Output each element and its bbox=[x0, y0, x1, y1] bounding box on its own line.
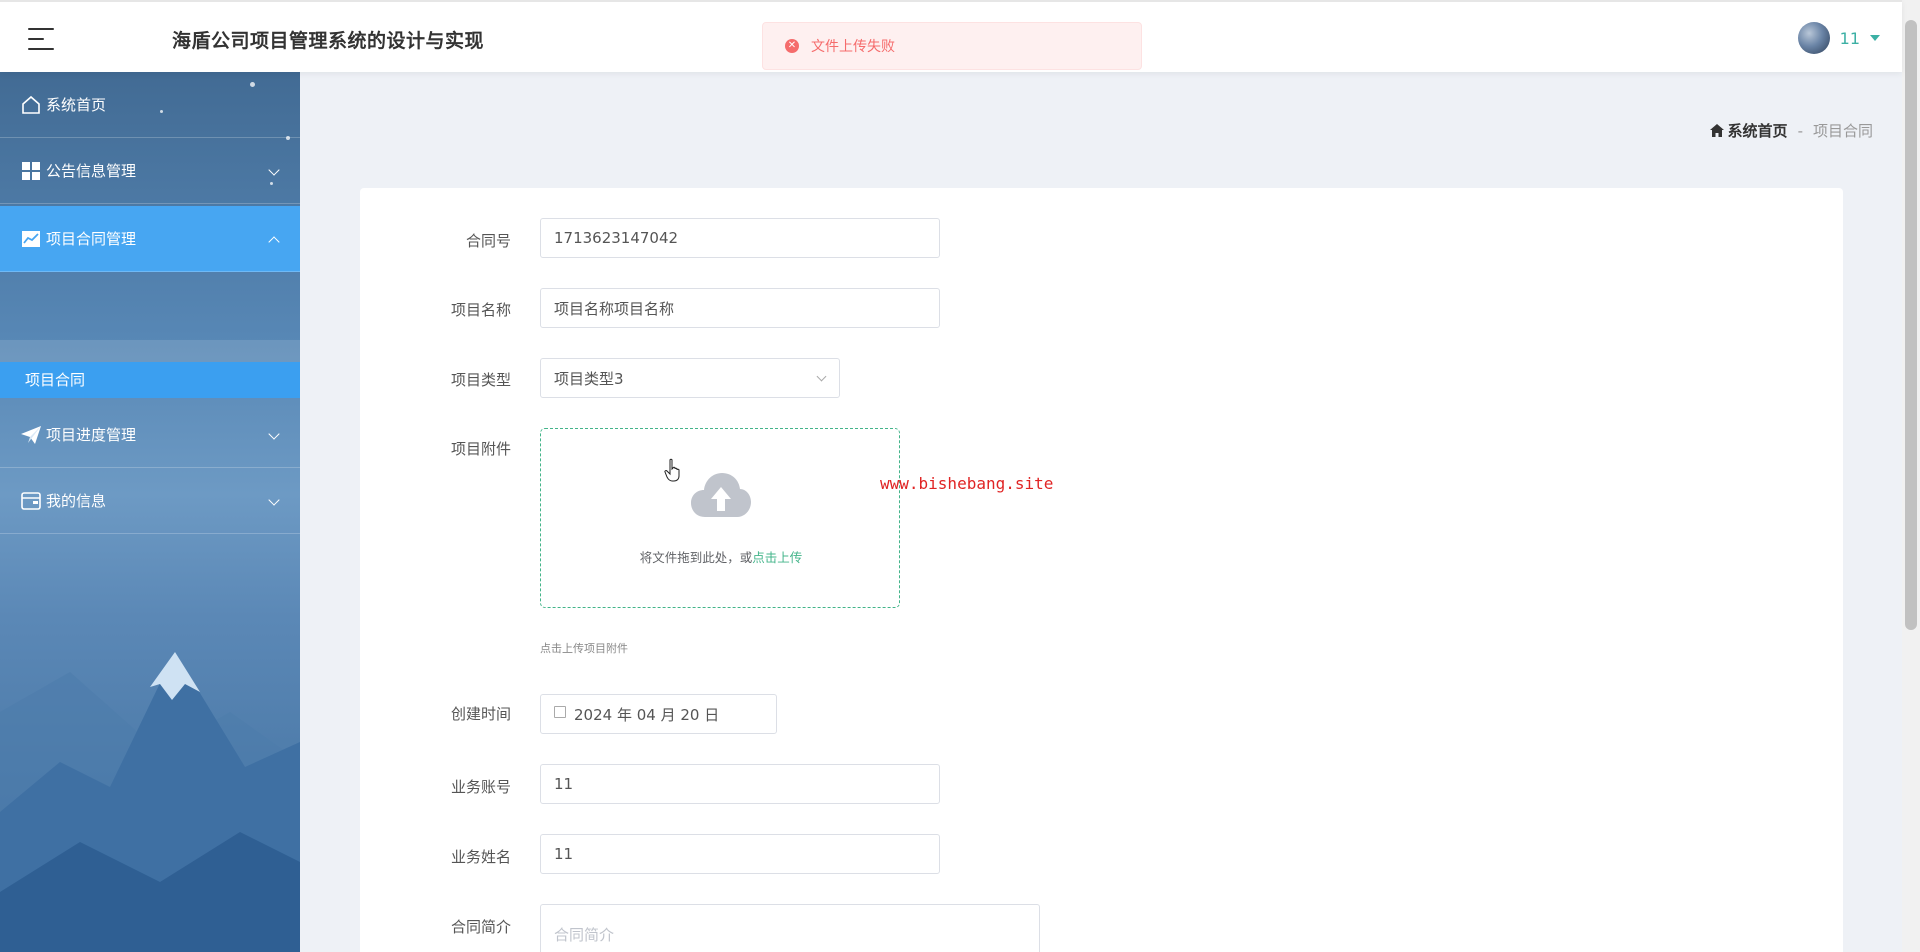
submenu-spacer bbox=[0, 340, 300, 362]
chevron-down-icon bbox=[268, 428, 280, 440]
user-name[interactable]: 11 bbox=[1840, 29, 1860, 48]
chart-icon bbox=[20, 228, 42, 250]
sidebar-item-label: 项目合同管理 bbox=[46, 230, 137, 248]
hand-cursor-icon bbox=[664, 458, 680, 482]
sidebar-subitem-contract[interactable]: 项目合同 bbox=[0, 362, 300, 398]
sidebar-item-home[interactable]: 系统首页 bbox=[0, 72, 300, 138]
project-name-field[interactable]: 项目名称项目名称 bbox=[540, 288, 940, 328]
sidebar-item-announcements[interactable]: 公告信息管理 bbox=[0, 138, 300, 204]
cloud-upload-icon bbox=[691, 473, 751, 517]
chevron-down-icon bbox=[268, 494, 280, 506]
sidebar: 系统首页 公告信息管理 项目合同管理 项目合同 项目进度管理 我的信息 bbox=[0, 72, 300, 952]
home-icon bbox=[1709, 124, 1724, 137]
error-circle-icon: ✕ bbox=[785, 39, 799, 53]
menu-toggle-icon[interactable] bbox=[28, 28, 54, 50]
sidebar-item-label: 我的信息 bbox=[46, 492, 107, 510]
account-label: 业务账号 bbox=[450, 778, 511, 796]
project-type-label: 项目类型 bbox=[450, 371, 511, 389]
page-scrollbar[interactable] bbox=[1902, 0, 1920, 952]
mountain-background bbox=[0, 652, 300, 952]
sidebar-item-label: 公告信息管理 bbox=[46, 162, 137, 180]
contract-no-label: 合同号 bbox=[465, 232, 511, 250]
project-name-label: 项目名称 bbox=[450, 301, 511, 319]
click-upload-link[interactable]: 点击上传 bbox=[752, 550, 802, 565]
attachment-label: 项目附件 bbox=[450, 440, 511, 458]
chevron-down-icon bbox=[268, 164, 280, 176]
sidebar-item-profile[interactable]: 我的信息 bbox=[0, 468, 300, 534]
toast-message: 文件上传失败 bbox=[811, 39, 895, 55]
sidebar-item-label: 系统首页 bbox=[46, 96, 107, 114]
error-toast: ✕ 文件上传失败 bbox=[762, 22, 1142, 70]
file-upload-dropzone[interactable]: 将文件拖到此处，或点击上传 bbox=[540, 428, 900, 608]
project-type-value: 项目类型3 bbox=[554, 369, 624, 388]
scrollbar-thumb[interactable] bbox=[1905, 20, 1917, 630]
created-time-label: 创建时间 bbox=[450, 705, 511, 723]
intro-label: 合同简介 bbox=[450, 918, 511, 936]
calendar-icon bbox=[554, 706, 566, 718]
breadcrumb-home[interactable]: 系统首页 bbox=[1709, 120, 1788, 141]
chevron-up-icon bbox=[268, 236, 280, 248]
watermark: www.bishebang.site bbox=[880, 474, 1054, 493]
name-label: 业务姓名 bbox=[450, 848, 511, 866]
contract-no-field[interactable]: 1713623147042 bbox=[540, 218, 940, 258]
upload-text: 将文件拖到此处，或 bbox=[639, 550, 753, 565]
breadcrumb-home-label[interactable]: 系统首页 bbox=[1728, 120, 1788, 141]
account-field[interactable]: 11 bbox=[540, 764, 940, 804]
chevron-down-icon bbox=[816, 371, 827, 382]
user-menu[interactable]: 11 bbox=[1797, 22, 1880, 54]
breadcrumb-separator: - bbox=[1797, 121, 1803, 140]
breadcrumb-current: 项目合同 bbox=[1812, 122, 1873, 140]
home-icon bbox=[20, 94, 42, 116]
wallet-icon bbox=[20, 490, 42, 512]
project-type-select[interactable]: 项目类型3 bbox=[540, 358, 840, 398]
sidebar-item-contracts[interactable]: 项目合同管理 bbox=[0, 206, 300, 272]
intro-textarea[interactable]: 合同简介 bbox=[540, 904, 1040, 952]
caret-down-icon[interactable] bbox=[1870, 35, 1880, 41]
paper-plane-icon bbox=[20, 424, 42, 446]
created-date-picker[interactable]: 2024 年 04 月 20 日 bbox=[540, 694, 777, 734]
avatar[interactable] bbox=[1797, 22, 1830, 54]
grid-icon bbox=[20, 160, 42, 182]
sidebar-item-progress[interactable]: 项目进度管理 bbox=[0, 402, 300, 468]
app-title: 海盾公司项目管理系统的设计与实现 bbox=[172, 30, 485, 52]
created-date-value: 2024 年 04 月 20 日 bbox=[574, 705, 720, 724]
upload-tip: 点击上传项目附件 bbox=[540, 642, 628, 655]
sidebar-item-label: 项目进度管理 bbox=[46, 426, 137, 444]
name-field[interactable]: 11 bbox=[540, 834, 940, 874]
breadcrumb: 系统首页 - 项目合同 bbox=[1709, 120, 1873, 141]
upload-instructions: 将文件拖到此处，或点击上传 bbox=[541, 547, 901, 566]
